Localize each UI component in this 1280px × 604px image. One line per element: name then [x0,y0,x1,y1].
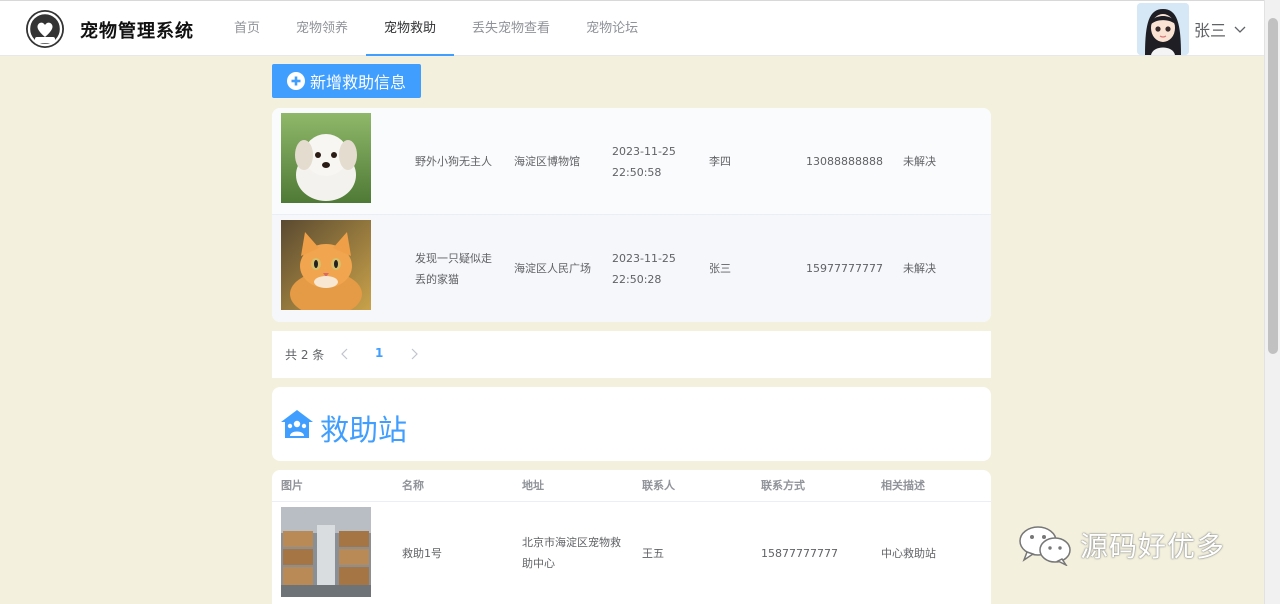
table-row[interactable]: 发现一只疑似走丢的家猫 海淀区人民广场 2023-11-25 22:50:28 … [272,215,991,322]
station-contact: 王五 [642,546,664,560]
rescue-location: 海淀区博物馆 [514,155,580,168]
rescue-list: 野外小狗无主人 海淀区博物馆 2023-11-25 22:50:58 李四 13… [272,108,991,322]
column-header: 名称 [402,479,424,492]
rescue-contact: 张三 [709,262,731,275]
rescue-location: 海淀区人民广场 [514,262,591,275]
nav-forum[interactable]: 宠物论坛 [568,1,656,56]
cat-photo [281,220,371,310]
rescue-title: 发现一只疑似走丢的家猫 [415,251,492,286]
chevron-left-icon[interactable] [340,348,350,360]
username[interactable]: 张三 [1194,17,1226,41]
main-nav: 首页 宠物领养 宠物救助 丢失宠物查看 宠物论坛 [216,1,656,56]
rescue-phone: 13088888888 [806,155,883,168]
rescue-time: 2023-11-25 22:50:28 [612,251,676,286]
home-station-icon [281,410,313,438]
column-header: 相关描述 [881,479,925,492]
nav-adoption[interactable]: 宠物领养 [278,1,366,56]
plus-circle-icon [287,72,305,90]
page-scrollbar[interactable] [1264,0,1280,604]
wechat-icon [1019,526,1071,566]
station-table: 图片 名称 地址 联系人 联系方式 相关描述 救助1号 北京市海淀区宠物救助中心… [272,470,991,604]
brand-title: 宠物管理系统 [80,21,194,42]
rescue-title: 野外小狗无主人 [415,155,492,168]
rescue-contact: 李四 [709,155,731,168]
column-header: 联系人 [642,479,675,492]
avatar[interactable] [1136,3,1189,55]
add-rescue-label: 新增救助信息 [310,73,407,92]
column-header: 联系方式 [761,479,805,492]
add-rescue-button[interactable]: 新增救助信息 [272,64,421,98]
watermark: 源码好优多 [1018,524,1225,566]
nav-lost-pets[interactable]: 丢失宠物查看 [454,1,568,56]
station-title: 救助站 [320,413,408,447]
station-address: 北京市海淀区宠物救助中心 [522,536,621,570]
station-desc: 中心救助站 [881,546,936,560]
table-row[interactable]: 野外小狗无主人 海淀区博物馆 2023-11-25 22:50:58 李四 13… [272,108,991,215]
pagination-total: 共 2 条 [285,348,325,362]
chevron-right-icon[interactable] [409,348,419,360]
puppy-photo [281,113,371,203]
top-navbar: 宠物管理系统 首页 宠物领养 宠物救助 丢失宠物查看 宠物论坛 张三 [0,0,1264,56]
user-menu[interactable]: 张三 [1136,2,1246,56]
column-header: 图片 [281,479,303,492]
rescue-status: 未解决 [903,262,936,275]
warehouse-photo [281,507,371,597]
station-name: 救助1号 [402,546,442,560]
rescue-time: 2023-11-25 22:50:58 [612,144,676,179]
nav-rescue[interactable]: 宠物救助 [366,1,455,56]
pet-logo-icon[interactable] [26,10,64,48]
watermark-text: 源码好优多 [1080,530,1226,563]
pagination: 共 2 条 1 [272,331,991,378]
rescue-status: 未解决 [903,155,936,168]
scrollbar-thumb[interactable] [1268,18,1278,354]
rescue-phone: 15977777777 [806,262,883,275]
chevron-down-icon[interactable] [1234,23,1246,35]
page-number[interactable]: 1 [375,346,383,360]
station-header: 救助站 [272,387,991,461]
nav-home[interactable]: 首页 [216,1,278,56]
column-header: 地址 [522,479,544,492]
station-phone: 15877777777 [761,546,838,560]
